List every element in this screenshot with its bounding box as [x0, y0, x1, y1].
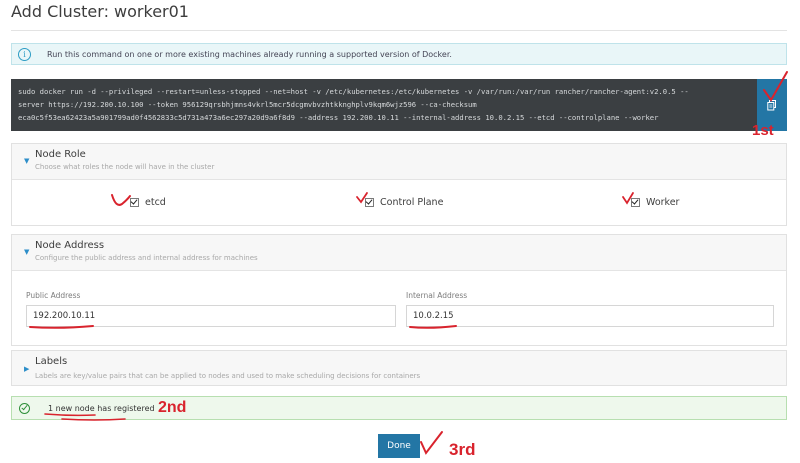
annotation-check-done: [420, 431, 443, 455]
annotation-check-copy: [763, 71, 788, 102]
annotation-underline-public: [29, 325, 94, 329]
annotation-second: 2nd: [158, 399, 187, 416]
annotation-underline-status: [44, 413, 96, 417]
annotation-underline-internal: [409, 325, 457, 329]
annotation-check-worker: [622, 192, 634, 205]
annotation-first: 1st: [752, 122, 774, 139]
annotation-third: 3rd: [449, 440, 476, 459]
annotation-underline-status-2: [61, 418, 126, 421]
annotation-check-control-plane: [356, 192, 368, 204]
annotation-marks: [29, 71, 788, 455]
annotation-squiggle-etcd: [111, 194, 131, 206]
